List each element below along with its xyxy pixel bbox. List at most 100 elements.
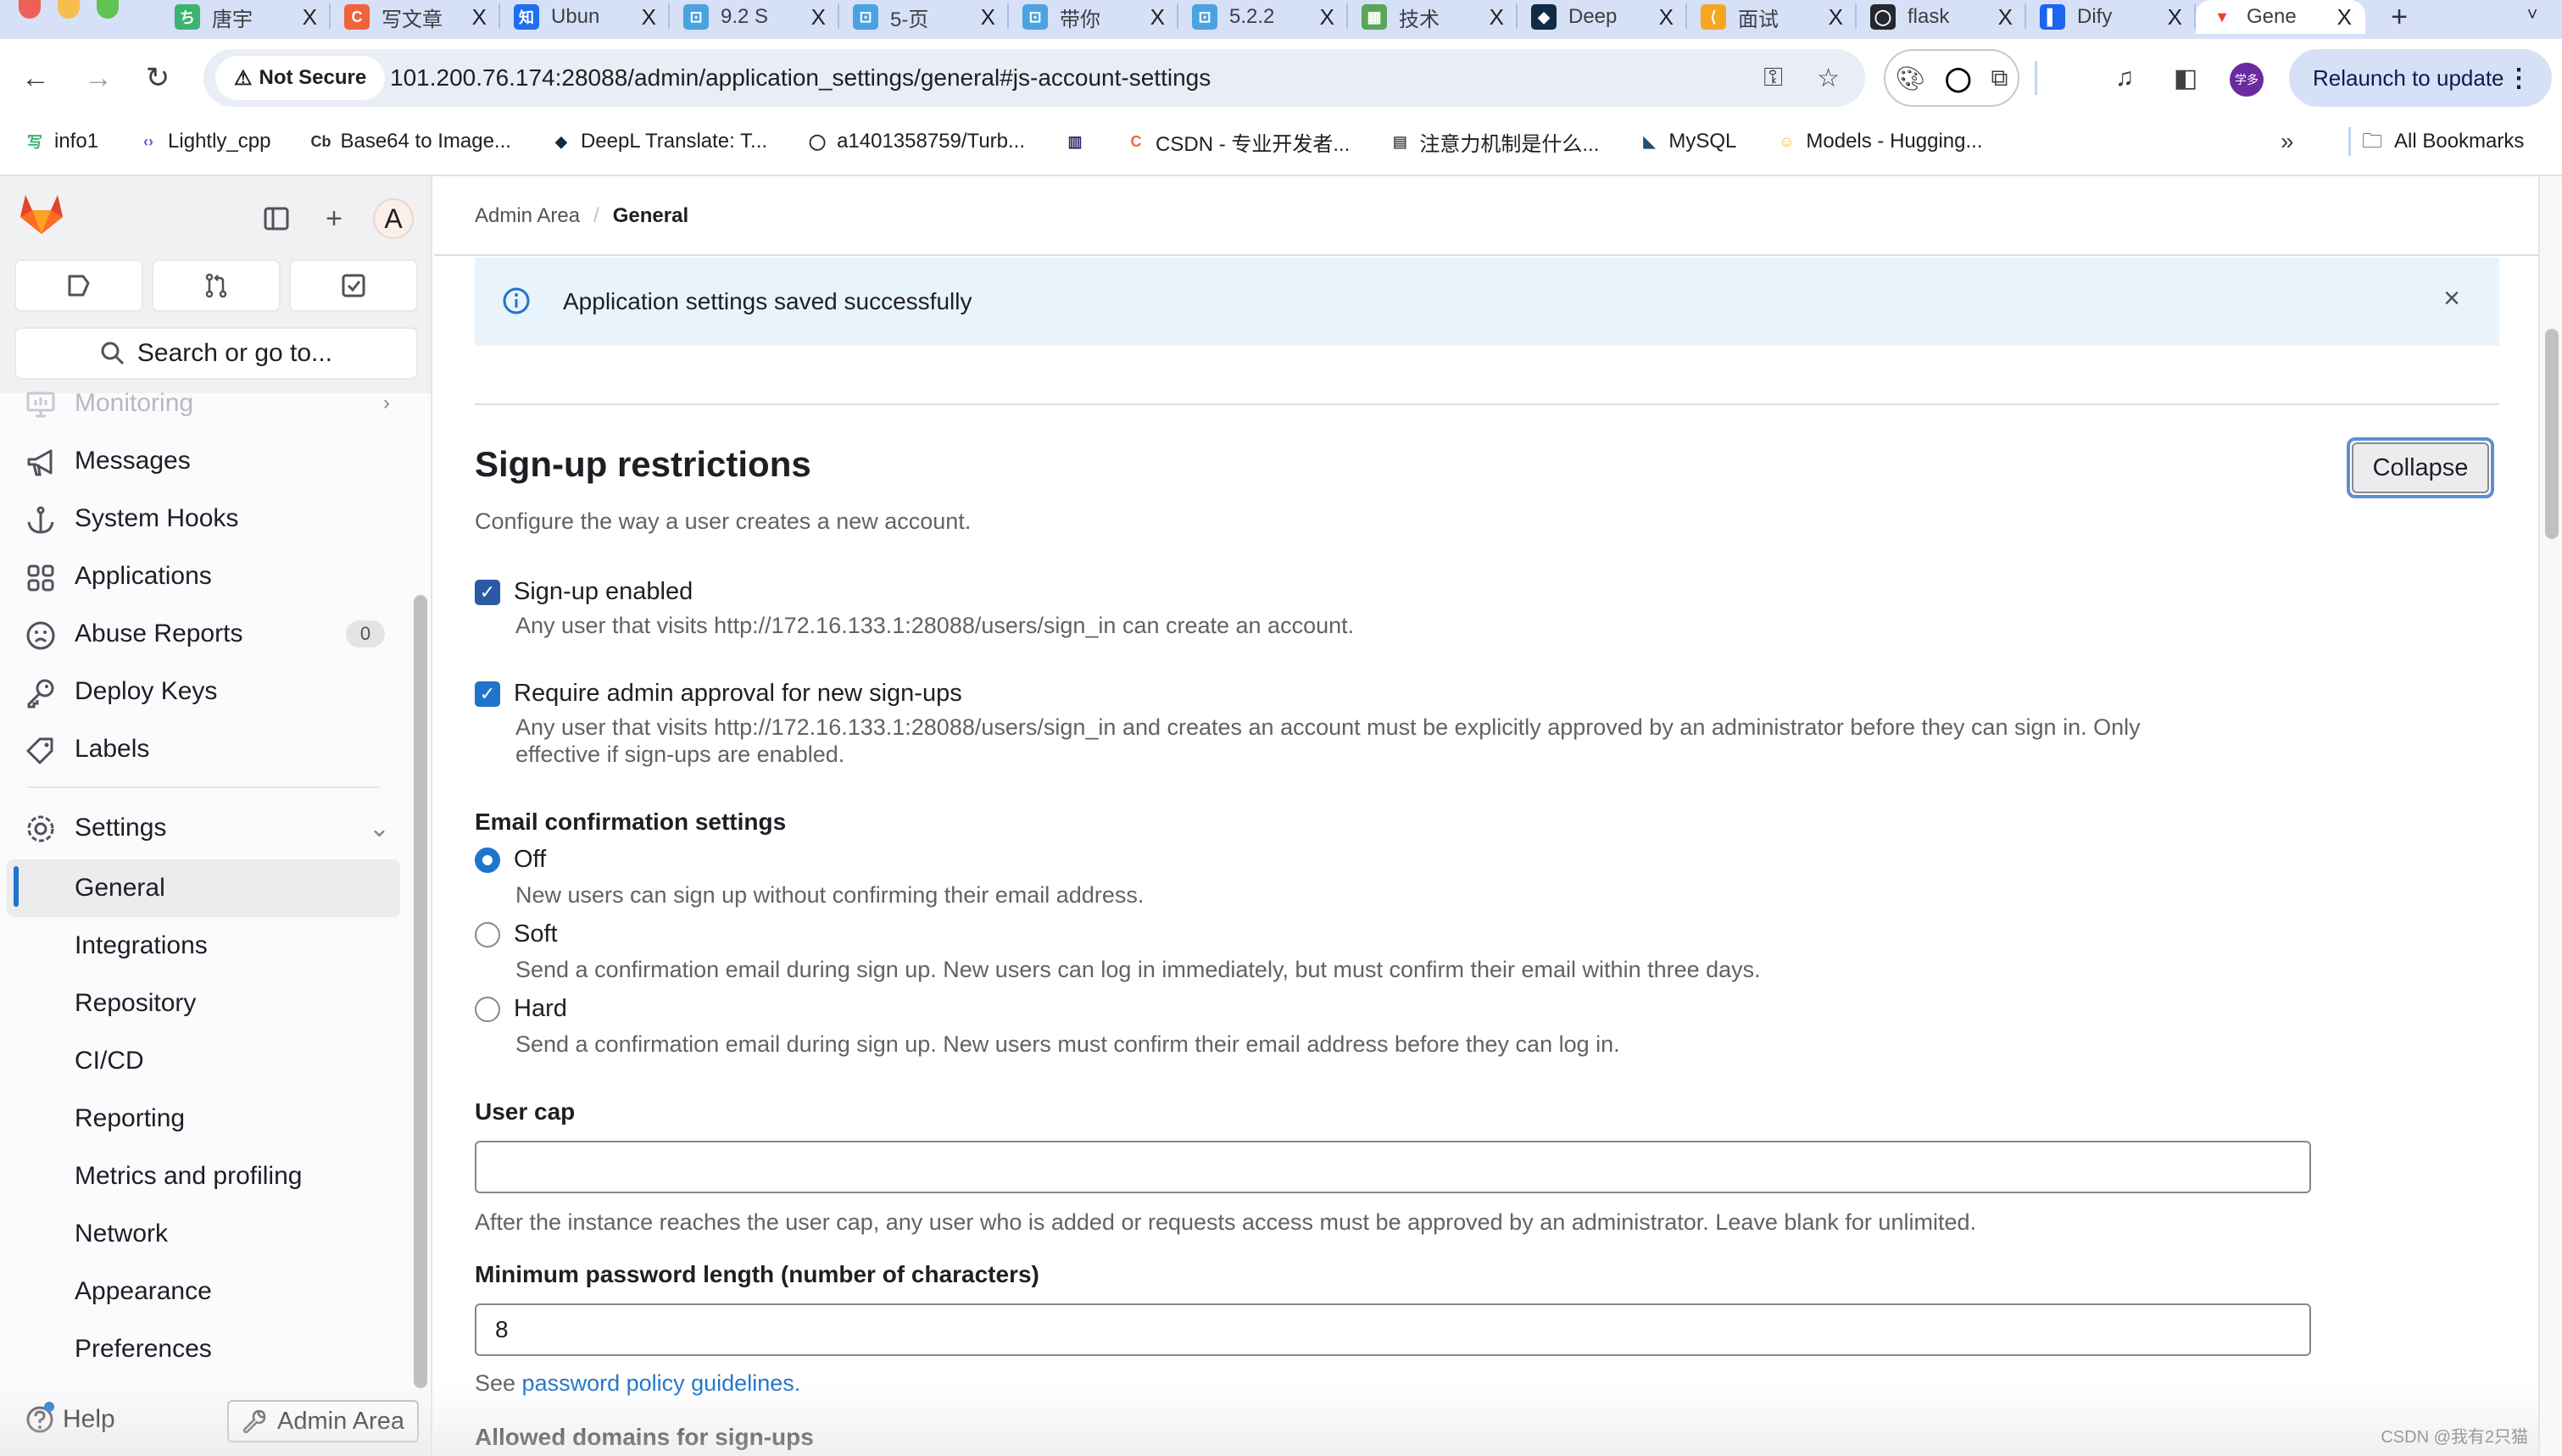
password-key-icon[interactable]: ⚿ (1763, 64, 1783, 92)
main-scrollbar-track[interactable] (2538, 176, 2562, 1456)
bookmark-item[interactable]: ◣ MySQL (1638, 130, 1736, 153)
minimize-window-button[interactable] (58, 0, 80, 19)
tab-close-icon[interactable]: X (981, 4, 995, 31)
new-tab-button[interactable]: + (2374, 0, 2425, 34)
browser-tab[interactable]: ▦ 技术 X (1348, 0, 1518, 34)
maximize-window-button[interactable] (97, 0, 119, 19)
sidebar-subitem-ci-cd[interactable]: CI/CD (0, 1032, 415, 1090)
sidebar-subitem-integrations[interactable]: Integrations (0, 917, 415, 975)
sidebar-item-applications[interactable]: Applications (0, 547, 415, 605)
sidebar-subitem-repository[interactable]: Repository (0, 975, 415, 1032)
sidebar-scrollbar[interactable] (414, 595, 427, 1388)
search-or-go-to-button[interactable]: Search or go to... (14, 327, 418, 380)
bookmark-item[interactable]: ◯ a1401358759/Turb... (806, 130, 1025, 153)
side-panel-icon[interactable]: ◧ (2167, 59, 2204, 97)
bookmark-item[interactable]: C CSDN - 专业开发者... (1125, 127, 1351, 157)
browser-tab[interactable]: ⊡ 9.2 S X (670, 0, 839, 34)
tab-close-icon[interactable]: X (1490, 4, 1504, 31)
admin-approval-checkbox-row[interactable]: ✓ Require admin approval for new sign-up… (475, 680, 962, 708)
browser-tab[interactable]: 知 Ubun X (500, 0, 670, 34)
tab-close-icon[interactable]: X (2337, 4, 2352, 31)
tab-close-icon[interactable]: X (303, 4, 317, 31)
browser-tab[interactable]: ▌ Dify X (2026, 0, 2196, 34)
palette-extension-icon[interactable]: 🎨︎ (1896, 64, 1926, 92)
tab-active[interactable]: ▼ Gene X (2196, 0, 2365, 34)
tab-close-icon[interactable]: X (811, 4, 826, 31)
tab-search-button[interactable]: ˅ (2520, 0, 2545, 29)
tab-close-icon[interactable]: X (1659, 4, 1674, 31)
sidebar-item-deploy-keys[interactable]: Deploy Keys (0, 663, 415, 720)
sidebar-subitem-appearance[interactable]: Appearance (0, 1263, 415, 1320)
help-button[interactable]: Help (25, 1402, 115, 1434)
tab-close-icon[interactable]: X (1150, 4, 1165, 31)
profile-avatar[interactable]: 学多 (2230, 63, 2264, 97)
sidebar-subitem-reporting[interactable]: Reporting (0, 1090, 415, 1148)
back-button[interactable]: ← (19, 61, 53, 95)
more-menu-icon[interactable]: ⋮ (2506, 64, 2531, 93)
bookmark-item[interactable]: Cb Base64 to Image... (309, 130, 510, 153)
sidebar-subitem-metrics-and-profiling[interactable]: Metrics and profiling (0, 1148, 415, 1205)
email-confirmation-hard-radio[interactable] (475, 996, 500, 1022)
password-policy-guidelines-link[interactable]: password policy guidelines (522, 1370, 794, 1396)
sidebar-item-monitoring[interactable]: Monitoring › (0, 375, 415, 432)
signup-enabled-checkbox-row[interactable]: ✓ Sign-up enabled (475, 578, 693, 606)
todos-button[interactable] (289, 259, 418, 312)
bookmarks-overflow-button[interactable]: » (2281, 117, 2294, 166)
issues-button[interactable] (14, 259, 143, 312)
signup-enabled-checkbox[interactable]: ✓ (475, 579, 500, 605)
create-new-button[interactable]: + (317, 202, 351, 236)
sidebar-subitem-general[interactable]: General (7, 859, 400, 917)
browser-tab[interactable]: ⊡ 5.2.2 X (1178, 0, 1348, 34)
collapse-button[interactable]: Collapse (2347, 437, 2494, 498)
sidebar-item-system-hooks[interactable]: System Hooks (0, 490, 415, 547)
bookmark-item[interactable]: 写 info1 (24, 130, 98, 153)
breadcrumb-current[interactable]: General (613, 176, 688, 256)
circle-extension-icon[interactable]: ◯ (1945, 64, 1971, 92)
sidebar-subitem-preferences[interactable]: Preferences (0, 1320, 415, 1378)
user-cap-input[interactable] (475, 1141, 2311, 1193)
bookmark-item[interactable]: ☺ Models - Hugging... (1775, 130, 1982, 153)
main-scrollbar-thumb[interactable] (2545, 329, 2559, 539)
url-text[interactable]: 101.200.76.174:28088/admin/application_s… (390, 49, 1211, 107)
bookmark-item[interactable]: ‹› Lightly_cpp (137, 130, 270, 153)
sidebar-item-settings[interactable]: Settings ⌄ (0, 797, 415, 859)
tab-close-icon[interactable]: X (1320, 4, 1334, 31)
admin-approval-checkbox[interactable]: ✓ (475, 681, 500, 707)
close-window-button[interactable] (19, 0, 41, 19)
browser-tab[interactable]: ⟨ 面试 X (1687, 0, 1857, 34)
breadcrumb-admin-area[interactable]: Admin Area (475, 176, 580, 256)
browser-tab[interactable]: ⊡ 5-页 X (839, 0, 1009, 34)
browser-tab[interactable]: ⊡ 带你 X (1009, 0, 1178, 34)
all-bookmarks-button[interactable]: 🗀 All Bookmarks (2362, 117, 2524, 166)
browser-tab[interactable]: ◯ flask X (1857, 0, 2026, 34)
bookmark-star-icon[interactable]: ☆ (1817, 64, 1840, 93)
sidebar-subitem-network[interactable]: Network (0, 1205, 415, 1263)
sidebar-item-messages[interactable]: Messages (0, 432, 415, 490)
merge-requests-button[interactable] (152, 259, 281, 312)
reload-button[interactable]: ↻ (141, 61, 175, 95)
tab-close-icon[interactable]: X (2168, 4, 2182, 31)
email-confirmation-off-row[interactable]: Off (475, 846, 546, 874)
email-confirmation-soft-radio[interactable] (475, 921, 500, 948)
security-indicator[interactable]: ⚠ Not Secure (215, 56, 386, 100)
sidebar-item-labels[interactable]: Labels (0, 720, 415, 778)
sidebar-item-abuse-reports[interactable]: Abuse Reports 0 (0, 605, 415, 663)
tab-close-icon[interactable]: X (472, 4, 487, 31)
relaunch-to-update-button[interactable]: Relaunch to update ⋮ (2289, 49, 2552, 107)
user-avatar[interactable]: A (373, 198, 414, 239)
tab-close-icon[interactable]: X (1829, 4, 1843, 31)
puzzle-extensions-icon[interactable]: ⧉ (1991, 64, 2008, 92)
gitlab-logo-icon[interactable] (19, 193, 64, 236)
email-confirmation-off-radio[interactable] (475, 847, 500, 873)
admin-area-button[interactable]: Admin Area (227, 1400, 419, 1442)
tab-close-icon[interactable]: X (1998, 4, 2013, 31)
collapse-sidebar-button[interactable] (259, 202, 293, 236)
bookmark-item[interactable]: ▥ (1064, 131, 1086, 153)
media-controls-icon[interactable]: ♫ (2106, 59, 2143, 97)
forward-button[interactable]: → (81, 61, 115, 95)
bookmark-item[interactable]: ◆ DeepL Translate: T... (550, 130, 767, 153)
min-password-input[interactable]: 8 (475, 1303, 2311, 1356)
tab-close-icon[interactable]: X (642, 4, 656, 31)
bookmark-item[interactable]: ▤ 注意力机制是什么... (1389, 127, 1600, 157)
address-bar[interactable]: ⚠ Not Secure 101.200.76.174:28088/admin/… (203, 49, 1865, 107)
